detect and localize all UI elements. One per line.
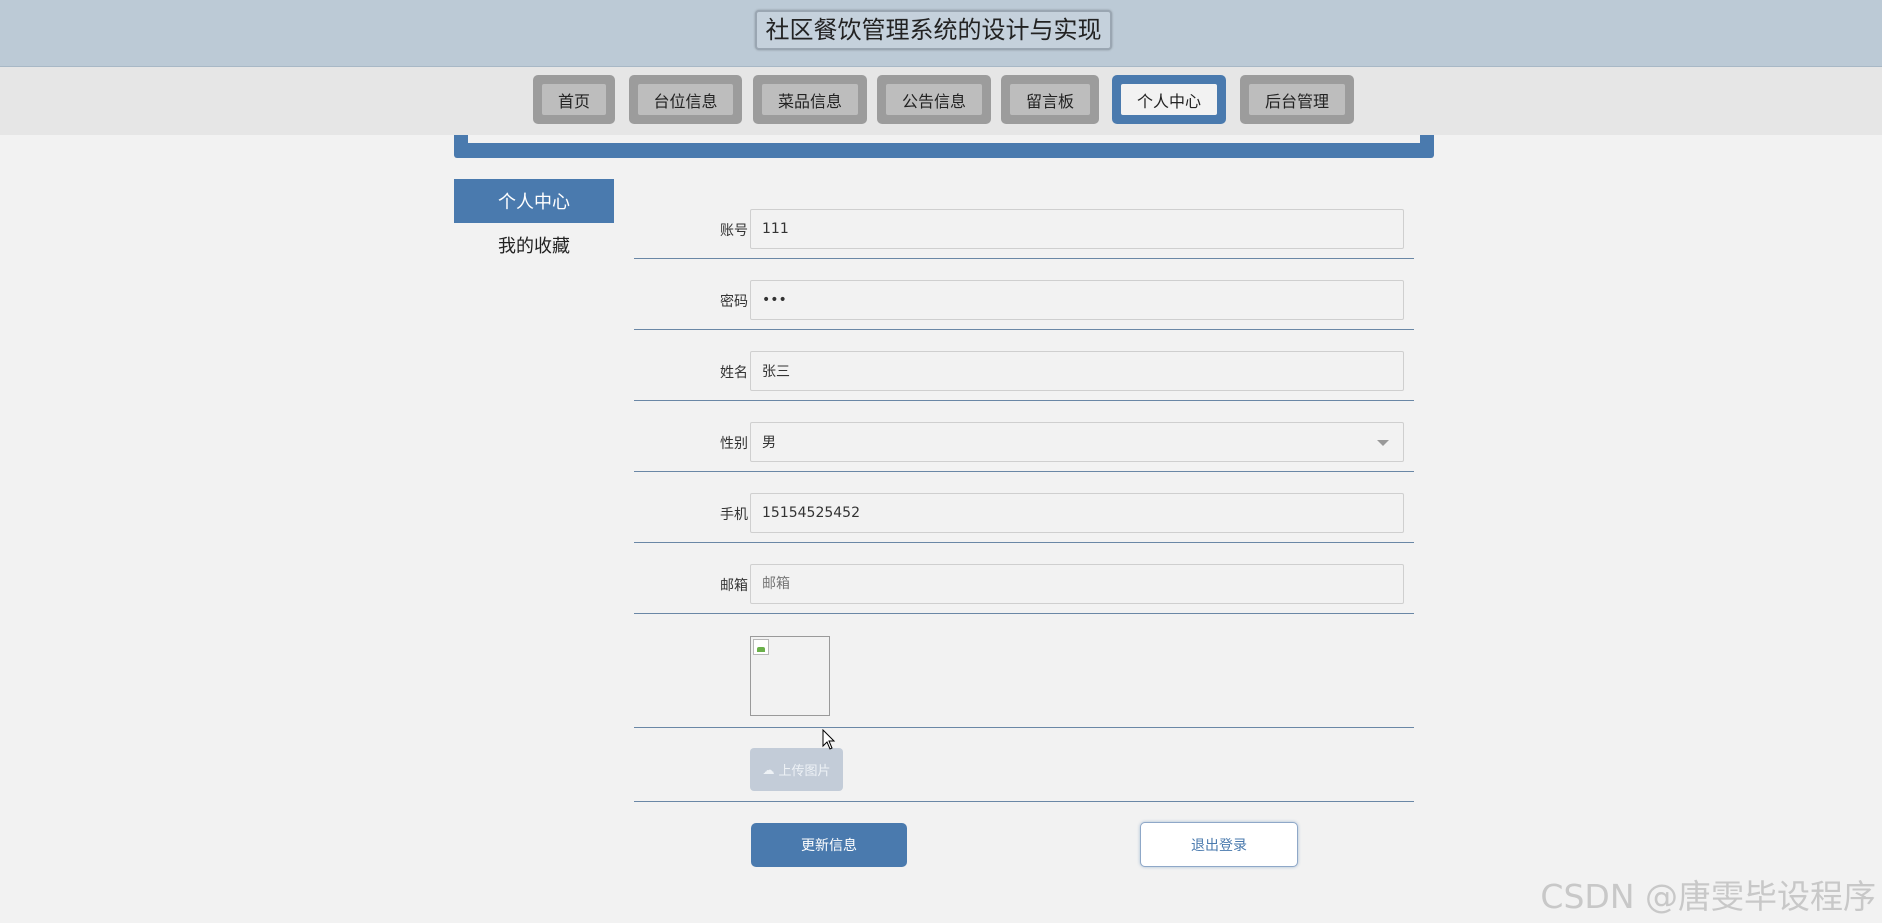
name-label: 姓名 bbox=[720, 365, 748, 381]
password-input[interactable] bbox=[750, 280, 1404, 320]
header: 社区餐饮管理系统的设计与实现 bbox=[0, 0, 1882, 67]
update-info-button[interactable]: 更新信息 bbox=[751, 823, 907, 867]
logout-button[interactable]: 退出登录 bbox=[1140, 822, 1298, 867]
broken-image-icon bbox=[753, 639, 769, 655]
phone-label: 手机 bbox=[720, 507, 748, 523]
sidebar-item-profile[interactable]: 个人中心 bbox=[454, 179, 614, 223]
nav-item-label: 首页 bbox=[542, 84, 606, 115]
form-row-avatar bbox=[634, 636, 1414, 728]
gender-selected-value: 男 bbox=[762, 435, 776, 451]
account-input[interactable] bbox=[750, 209, 1404, 249]
form-row-password: 密码 bbox=[634, 280, 1414, 330]
password-label: 密码 bbox=[720, 294, 748, 310]
phone-input[interactable] bbox=[750, 493, 1404, 533]
mouse-cursor-icon bbox=[822, 729, 836, 750]
account-label: 账号 bbox=[720, 223, 748, 239]
name-input[interactable] bbox=[750, 351, 1404, 391]
nav-item-label: 后台管理 bbox=[1249, 84, 1345, 115]
navbar: 首页 台位信息 菜品信息 公告信息 留言板 个人中心 后台管理 bbox=[0, 67, 1882, 135]
chevron-down-icon bbox=[1377, 440, 1389, 446]
upload-button-label: 上传图片 bbox=[778, 764, 831, 779]
nav-item-home[interactable]: 首页 bbox=[533, 75, 615, 124]
banner-strip bbox=[454, 135, 1434, 158]
email-label: 邮箱 bbox=[720, 578, 748, 594]
nav-item-label: 个人中心 bbox=[1121, 84, 1217, 115]
form-row-email: 邮箱 bbox=[634, 564, 1414, 614]
nav-item-message-board[interactable]: 留言板 bbox=[1001, 75, 1099, 124]
email-input[interactable] bbox=[750, 564, 1404, 604]
form-row-account: 账号 bbox=[634, 209, 1414, 259]
form-row-phone: 手机 bbox=[634, 493, 1414, 543]
avatar-image bbox=[750, 636, 830, 716]
gender-select[interactable]: 男 bbox=[750, 422, 1404, 462]
gender-label: 性别 bbox=[720, 436, 748, 452]
upload-image-button[interactable]: ☁ 上传图片 bbox=[750, 748, 843, 791]
form-row-upload: ☁ 上传图片 bbox=[634, 748, 1414, 802]
form-row-gender: 性别 男 bbox=[634, 422, 1414, 472]
banner-inner bbox=[468, 135, 1420, 143]
site-title: 社区餐饮管理系统的设计与实现 bbox=[755, 10, 1112, 50]
nav-item-profile[interactable]: 个人中心 bbox=[1112, 75, 1226, 124]
nav-item-label: 台位信息 bbox=[638, 84, 733, 115]
nav-item-label: 留言板 bbox=[1010, 84, 1090, 115]
nav-item-label: 菜品信息 bbox=[762, 84, 858, 115]
cloud-upload-icon: ☁ bbox=[762, 762, 775, 777]
nav-item-label: 公告信息 bbox=[886, 84, 982, 115]
watermark: CSDN @唐雯毕设程序 bbox=[1540, 877, 1876, 916]
nav-item-tables[interactable]: 台位信息 bbox=[629, 75, 742, 124]
nav-item-admin[interactable]: 后台管理 bbox=[1240, 75, 1354, 124]
nav-item-announcements[interactable]: 公告信息 bbox=[877, 75, 991, 124]
nav-item-dishes[interactable]: 菜品信息 bbox=[753, 75, 867, 124]
sidebar-item-favorites[interactable]: 我的收藏 bbox=[454, 223, 614, 267]
form-row-name: 姓名 bbox=[634, 351, 1414, 401]
